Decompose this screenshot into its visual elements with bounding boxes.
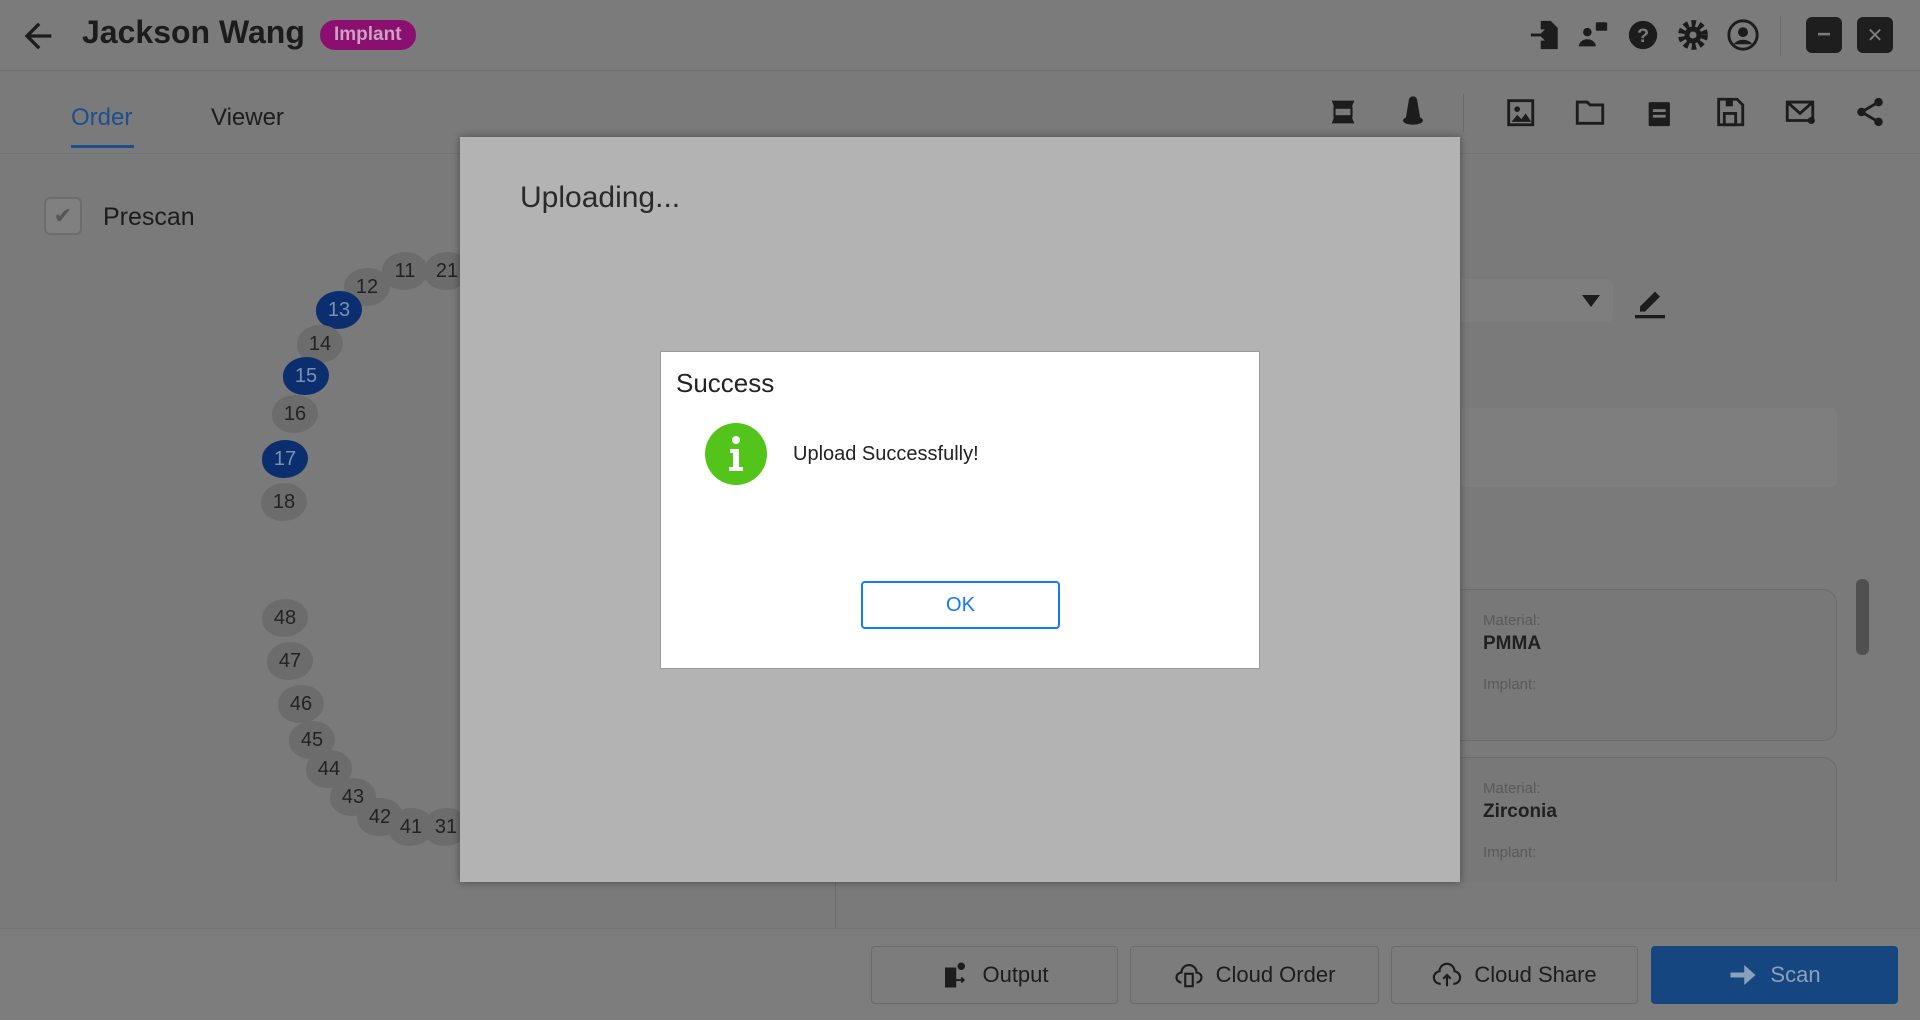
documents-icon[interactable] (1640, 92, 1680, 132)
output-button[interactable]: Output (871, 946, 1118, 1004)
header-divider (1780, 16, 1781, 56)
implant-label: Implant: (1483, 676, 1537, 693)
svg-text:?: ? (1637, 25, 1649, 47)
material-label: Material: (1483, 780, 1541, 797)
ok-button[interactable]: OK (861, 581, 1060, 629)
restoration-card[interactable]: Material: Zirconia Implant: (1400, 757, 1837, 882)
cloud-order-icon (1175, 964, 1203, 988)
info-icon (705, 423, 767, 485)
edit-icon[interactable] (1630, 280, 1670, 325)
minimize-button[interactable]: − (1806, 17, 1842, 53)
close-button[interactable]: ✕ (1857, 17, 1893, 53)
material-label: Material: (1483, 612, 1541, 629)
prescan-label: Prescan (103, 203, 195, 231)
material-value: PMMA (1483, 633, 1542, 654)
gallery-icon[interactable] (1500, 92, 1540, 132)
success-title: Success (676, 368, 775, 398)
scan-label: Scan (1770, 962, 1821, 987)
tab-active-indicator (71, 145, 134, 148)
settings-icon[interactable] (1673, 15, 1713, 55)
tab-order[interactable]: Order (71, 104, 132, 132)
patient-name: Jackson Wang (82, 14, 305, 50)
folder-icon[interactable] (1570, 92, 1610, 132)
save-icon[interactable] (1710, 92, 1750, 132)
cloud-share-button[interactable]: Cloud Share (1391, 946, 1638, 1004)
tooth-17[interactable]: 17 (262, 440, 308, 478)
app-header: Jackson Wang Implant ? − ✕ (0, 0, 1920, 71)
scan-button[interactable]: Scan (1651, 946, 1898, 1004)
cloud-upload-icon (1433, 962, 1462, 987)
tooth-15[interactable]: 15 (283, 357, 329, 395)
scrollbar-thumb[interactable] (1856, 579, 1869, 655)
chat-user-icon[interactable] (1573, 15, 1613, 55)
tooth-18[interactable]: 18 (261, 483, 307, 521)
arrow-right-icon (1730, 965, 1756, 985)
chevron-down-icon (1582, 295, 1600, 307)
output-label: Output (982, 962, 1049, 987)
tooth-47[interactable]: 47 (267, 642, 313, 680)
back-icon[interactable] (18, 16, 58, 61)
import-icon[interactable] (1525, 15, 1565, 55)
cloud-order-label: Cloud Order (1215, 962, 1336, 987)
cloud-order-button[interactable]: Cloud Order (1130, 946, 1379, 1004)
tooth-46[interactable]: 46 (278, 685, 324, 723)
tab-order-label: Order (71, 104, 133, 131)
tab-viewer-label: Viewer (211, 104, 284, 131)
tooth-13[interactable]: 13 (316, 291, 362, 329)
restoration-card[interactable]: Material: PMMA Implant: (1400, 589, 1837, 741)
prescan-checkbox[interactable]: ✔ (44, 197, 82, 235)
uploading-title: Uploading... (520, 181, 681, 214)
success-dialog: Success Upload Successfully! OK (660, 351, 1260, 669)
cloud-share-label: Cloud Share (1474, 962, 1597, 987)
mail-icon[interactable] (1780, 92, 1820, 132)
implant-label: Implant: (1483, 844, 1537, 861)
material-value: Zirconia (1483, 801, 1557, 822)
success-message: Upload Successfully! (793, 443, 979, 465)
type-dropdown[interactable] (1440, 279, 1613, 322)
case-type-badge: Implant (320, 20, 416, 50)
share-icon[interactable] (1850, 92, 1890, 132)
tab-viewer[interactable]: Viewer (211, 104, 284, 132)
tooth-16[interactable]: 16 (272, 395, 318, 433)
account-icon[interactable] (1723, 15, 1763, 55)
output-icon (945, 962, 966, 988)
scanbody-icon[interactable] (1393, 92, 1433, 132)
jaw-icon[interactable] (1323, 92, 1363, 132)
toolbar-divider (1463, 94, 1464, 132)
tooth-48[interactable]: 48 (262, 599, 308, 637)
help-icon[interactable]: ? (1623, 15, 1663, 55)
notes-field[interactable] (1440, 408, 1837, 487)
